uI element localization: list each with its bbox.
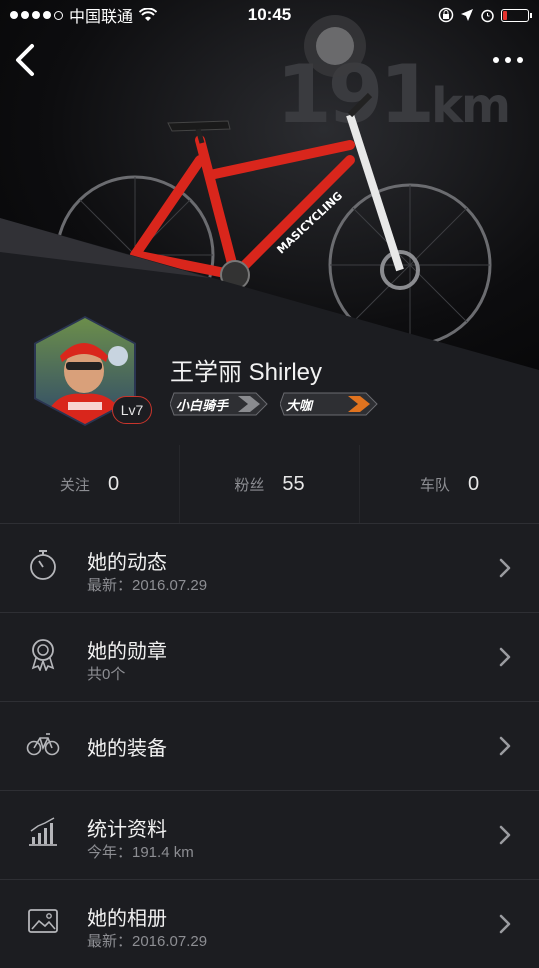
- user-name: 王学丽 Shirley: [170, 359, 323, 386]
- menu-title: 她的动态: [87, 552, 167, 574]
- menu-item-medals[interactable]: 她的勋章 共0个: [0, 613, 539, 702]
- stat-label: 粉丝: [234, 476, 265, 494]
- more-dot-icon: [493, 57, 499, 63]
- menu-item-statistics[interactable]: 统计资料 今年：191.4 km: [0, 791, 539, 880]
- stat-value: 0: [467, 472, 480, 495]
- rotation-lock-icon: [438, 7, 454, 23]
- chevron-right-icon: [499, 825, 511, 845]
- menu-subtitle: 共0个: [87, 666, 126, 683]
- alarm-icon: [481, 9, 494, 22]
- more-options-button[interactable]: [483, 52, 523, 68]
- photo-album-icon: [28, 909, 58, 933]
- menu-title: 她的相册: [87, 908, 167, 930]
- stat-team[interactable]: 车队 0: [359, 445, 539, 523]
- stat-label: 关注: [59, 476, 90, 494]
- medal-icon: [31, 639, 55, 671]
- bar-chart-icon: [29, 817, 57, 846]
- location-icon: [461, 9, 473, 21]
- menu-title: 她的勋章: [87, 641, 167, 663]
- more-dot-icon: [517, 57, 523, 63]
- level-badge: Lv7: [112, 396, 152, 424]
- wifi-icon: [139, 8, 158, 21]
- status-bar: 中国联通 10:45: [0, 0, 539, 30]
- menu-subtitle: 最新：2016.07.29: [87, 933, 208, 950]
- carrier-label: 中国联通: [69, 9, 134, 26]
- chevron-right-icon: [499, 647, 511, 667]
- stat-followers[interactable]: 粉丝 55: [179, 445, 359, 523]
- chevron-right-icon: [499, 736, 511, 756]
- battery-icon: [501, 8, 532, 22]
- stat-following[interactable]: 关注 0: [0, 445, 179, 523]
- chevron-left-icon: [16, 44, 34, 76]
- menu-item-album[interactable]: 她的相册 最新：2016.07.29: [0, 880, 539, 968]
- back-button[interactable]: [12, 42, 42, 78]
- stat-value: 55: [282, 472, 305, 495]
- menu-subtitle: 最新：2016.07.29: [87, 577, 208, 594]
- chevron-right-icon: [499, 914, 511, 934]
- stat-label: 车队: [419, 476, 450, 494]
- menu-item-equipment[interactable]: 她的装备: [0, 702, 539, 791]
- stat-value: 0: [107, 472, 120, 495]
- assistive-touch-button[interactable]: [304, 15, 366, 77]
- hero-diagonal-overlay: [0, 218, 539, 370]
- bicycle-icon: [26, 733, 60, 756]
- more-dot-icon: [505, 57, 511, 63]
- stopwatch-icon: [30, 550, 56, 580]
- menu-subtitle: 今年：191.4 km: [87, 844, 194, 861]
- profile-menu: 她的动态 最新：2016.07.29 她的勋章 共0个 她的装备 统计资料 今年…: [0, 524, 539, 968]
- menu-title: 她的装备: [87, 738, 167, 760]
- chevron-right-icon: [499, 558, 511, 578]
- hero-banner: 191km MASICYCLING: [0, 0, 539, 370]
- user-tags: 小白骑手 大咖: [170, 392, 378, 416]
- stats-row: 关注 0 粉丝 55 车队 0: [0, 445, 539, 524]
- menu-item-activity[interactable]: 她的动态 最新：2016.07.29: [0, 524, 539, 613]
- menu-title: 统计资料: [87, 819, 167, 841]
- tag-novice-rider[interactable]: 小白骑手: [170, 392, 268, 416]
- tag-expert[interactable]: 大咖: [280, 392, 378, 416]
- signal-strength-icon: [10, 10, 63, 20]
- status-time: 10:45: [247, 5, 292, 24]
